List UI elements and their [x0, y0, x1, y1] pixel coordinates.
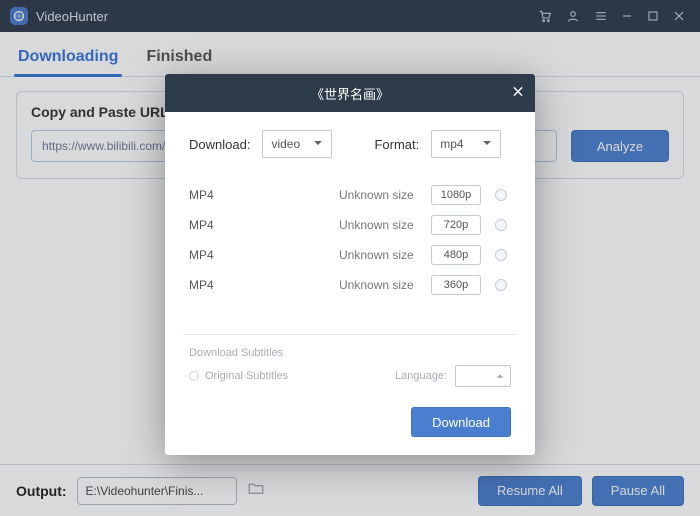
- item-size: Unknown size: [339, 248, 431, 262]
- type-format-row: Download: video Format: mp4: [189, 130, 511, 158]
- divider: [183, 334, 517, 335]
- download-button[interactable]: Download: [411, 407, 511, 437]
- item-format: MP4: [189, 188, 339, 202]
- list-item: MP4 Unknown size 720p: [189, 210, 511, 240]
- format-value: mp4: [440, 137, 463, 151]
- chevron-down-icon: [313, 137, 323, 151]
- item-radio[interactable]: [495, 189, 507, 201]
- resolution-list: MP4 Unknown size 1080p MP4 Unknown size …: [189, 180, 511, 300]
- format-label: Format:: [374, 137, 419, 152]
- item-resolution: 1080p: [431, 185, 481, 205]
- item-size: Unknown size: [339, 218, 431, 232]
- language-label: Language:: [395, 370, 447, 382]
- item-resolution: 720p: [431, 215, 481, 235]
- list-item: MP4 Unknown size 360p: [189, 270, 511, 300]
- modal-header: 《世界名画》: [165, 74, 535, 112]
- close-icon[interactable]: [511, 85, 525, 102]
- language-select[interactable]: [455, 365, 511, 387]
- item-radio[interactable]: [495, 249, 507, 261]
- item-size: Unknown size: [339, 278, 431, 292]
- item-format: MP4: [189, 278, 339, 292]
- download-type-value: video: [271, 137, 300, 151]
- list-item: MP4 Unknown size 1080p: [189, 180, 511, 210]
- subtitles-section: Download Subtitles Original Subtitles La…: [189, 347, 511, 387]
- subtitles-title: Download Subtitles: [189, 347, 511, 359]
- download-type-select[interactable]: video: [262, 130, 332, 158]
- download-options-modal: 《世界名画》 Download: video Format: mp4 MP4: [165, 74, 535, 455]
- item-radio[interactable]: [495, 219, 507, 231]
- modal-overlay: 《世界名画》 Download: video Format: mp4 MP4: [0, 0, 700, 516]
- item-resolution: 360p: [431, 275, 481, 295]
- format-select[interactable]: mp4: [431, 130, 501, 158]
- chevron-down-icon: [482, 137, 492, 151]
- item-resolution: 480p: [431, 245, 481, 265]
- download-type-label: Download:: [189, 137, 250, 152]
- item-format: MP4: [189, 248, 339, 262]
- original-subtitles-label: Original Subtitles: [205, 370, 288, 382]
- item-radio[interactable]: [495, 279, 507, 291]
- original-subtitles-radio[interactable]: [189, 371, 199, 381]
- item-size: Unknown size: [339, 188, 431, 202]
- modal-title: 《世界名画》: [311, 84, 389, 103]
- list-item: MP4 Unknown size 480p: [189, 240, 511, 270]
- item-format: MP4: [189, 218, 339, 232]
- chevron-up-icon: [496, 372, 504, 380]
